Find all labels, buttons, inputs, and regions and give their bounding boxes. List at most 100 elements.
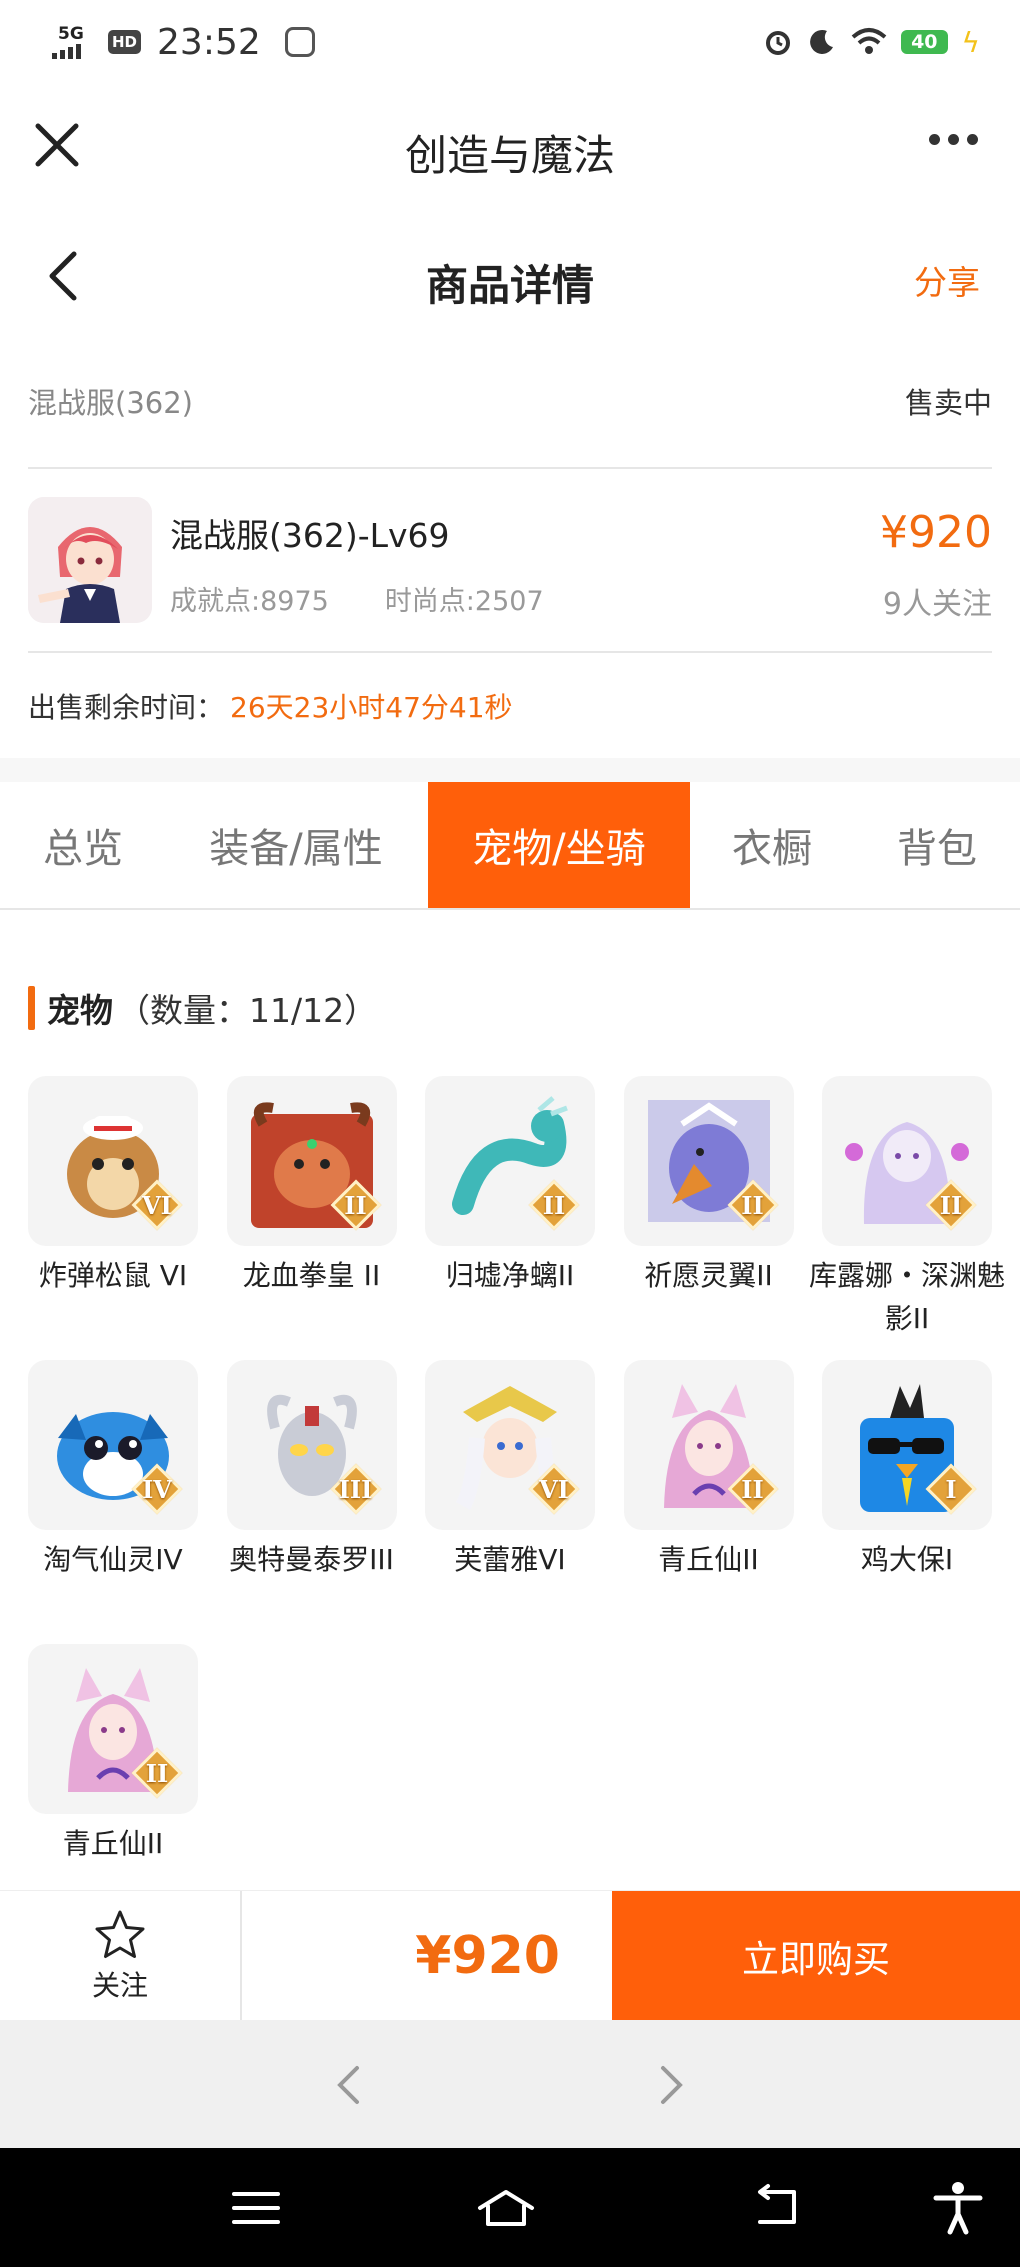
follower-count: 9人关注 [882,587,992,622]
app-title: 创造与魔法 [404,131,615,180]
sale-status: 售卖中 [904,386,992,420]
page-title: 商品详情 [425,261,594,310]
status-bar: 5G HD 23:52 40 ϟ [0,0,1020,84]
tab-wardrobe[interactable]: 衣橱 [690,782,854,908]
pet-item[interactable]: IV 淘气仙灵IV [28,1360,198,1644]
remaining-time-value: 26天23小时47分41秒 [230,691,513,724]
clock: 23:52 [157,21,261,63]
product-summary: 混战服(362)-Lv69 成就点:8975 时尚点:2507 ¥920 9人关… [28,497,992,623]
buy-now-button[interactable]: 立即购买 [612,1891,1020,2021]
fashion-points: 时尚点:2507 [384,586,544,617]
pet-name: 库露娜・深渊魅影II [809,1259,1006,1335]
pet-item[interactable]: II 归墟净螭II [425,1076,595,1360]
grade-numeral: III [338,1474,373,1504]
pet-name: 归墟净螭II [445,1259,575,1292]
prev-page-icon[interactable] [325,2060,375,2110]
pet-name: 鸡大保I [860,1543,954,1576]
section-header: 宠物 （数量：11/12） [28,984,377,1032]
pet-card[interactable]: II [28,1644,198,1814]
pet-item[interactable]: II 祈愿灵翼II [623,1076,794,1360]
pet-item[interactable]: II 龙血拳皇 II [226,1076,397,1360]
menu-icon[interactable] [226,2178,286,2238]
grade-badge: VI [131,1179,183,1231]
pet-card[interactable]: II [425,1076,595,1246]
tab-pets-mounts[interactable]: 宠物/坐骑 [428,782,690,908]
pet-card[interactable]: II [226,1076,397,1246]
character-avatar [28,497,152,623]
follow-button[interactable]: 关注 [0,1891,242,2021]
pet-card[interactable]: VI [425,1360,595,1530]
pet-card[interactable]: VI [28,1076,198,1246]
pet-item[interactable]: I 鸡大保I [822,1360,992,1644]
grade-numeral: II [741,1474,764,1504]
accessibility-icon[interactable] [928,2178,988,2238]
divider [28,467,992,469]
grade-badge: II [727,1179,778,1231]
browser-navigation [0,2020,1020,2148]
detail-tabs: 总览 装备/属性 宠物/坐骑 衣橱 背包 [0,782,1020,910]
grade-numeral: VI [142,1190,172,1220]
pet-name: 炸弹松鼠 VI [38,1259,188,1292]
grade-badge: II [925,1179,977,1231]
follow-label: 关注 [91,1969,148,2002]
achievement-points: 成就点:8975 [170,586,329,617]
next-page-icon[interactable] [645,2060,695,2110]
share-button[interactable]: 分享 [914,256,980,304]
tab-backpack[interactable]: 背包 [854,782,1020,908]
remaining-time-label: 出售剩余时间： [28,691,225,724]
grade-badge: III [330,1463,381,1515]
pet-item[interactable]: II 青丘仙II [28,1644,198,1928]
grade-badge: II [727,1463,778,1515]
pet-item[interactable]: III 奥特曼泰罗III [226,1360,397,1644]
pet-card[interactable]: II [822,1076,992,1246]
hd-badge: HD [108,30,142,54]
product-price: ¥920 [880,507,992,558]
grade-numeral: II [542,1190,566,1220]
server-name: 混战服(362) [28,386,193,420]
purchase-bar: 关注 ¥920 立即购买 [0,1890,1020,2021]
back-icon[interactable] [748,2178,808,2238]
signal-icon: 5G [52,25,96,59]
system-navigation-bar [0,2148,1020,2267]
grade-badge: II [330,1179,381,1231]
home-icon[interactable] [476,2178,536,2238]
pet-card[interactable]: II [623,1360,794,1530]
product-title: 混战服(362)-Lv69 [170,516,450,555]
product-meta: 成就点:8975 时尚点:2507 [170,579,544,618]
alarm-icon [766,31,791,55]
grade-numeral: IV [142,1474,172,1504]
grade-badge: I [925,1463,977,1515]
pet-item[interactable]: II 库露娜・深渊魅影II [809,1076,1005,1360]
more-menu-icon[interactable] [929,134,978,145]
network-type: 5G [58,24,84,44]
pet-card[interactable]: I [822,1360,992,1530]
server-row: 混战服(362) 售卖中 [28,380,992,422]
app-notification-icon [284,27,315,57]
pet-item[interactable]: VI 炸弹松鼠 VI [28,1076,198,1360]
pet-name: 青丘仙II [658,1543,759,1576]
grade-numeral: I [945,1474,957,1504]
pet-card[interactable]: III [226,1360,397,1530]
grade-badge: II [528,1179,580,1231]
remaining-time: 出售剩余时间： 26天23小时47分41秒 [28,686,513,726]
tab-overview[interactable]: 总览 [0,782,166,908]
pet-name: 淘气仙灵IV [43,1543,183,1576]
mini-program-title-bar: 创造与魔法 [0,84,1020,206]
grade-numeral: VI [539,1474,569,1504]
star-icon [95,1910,145,1958]
charging-icon: ϟ [961,25,980,59]
pet-card[interactable]: II [623,1076,794,1246]
pet-item[interactable]: VI 芙蕾雅VI [425,1360,595,1644]
pet-name: 青丘仙II [62,1827,164,1860]
pet-card[interactable]: IV [28,1360,198,1530]
section-separator [0,758,1020,782]
pet-name: 芙蕾雅VI [454,1543,566,1576]
section-count: （数量：11/12） [117,991,378,1030]
grade-badge: IV [131,1463,183,1515]
pet-item[interactable]: II 青丘仙II [623,1360,794,1644]
total-price: ¥920 [415,1926,560,1986]
moon-icon [810,29,834,54]
tab-equipment[interactable]: 装备/属性 [166,782,426,908]
grade-numeral: II [741,1190,764,1220]
pet-grid: VI 炸弹松鼠 VI II 龙血拳皇 II II 归墟净螭II II 祈愿灵翼II II 库露娜・… [28,1076,1005,1928]
